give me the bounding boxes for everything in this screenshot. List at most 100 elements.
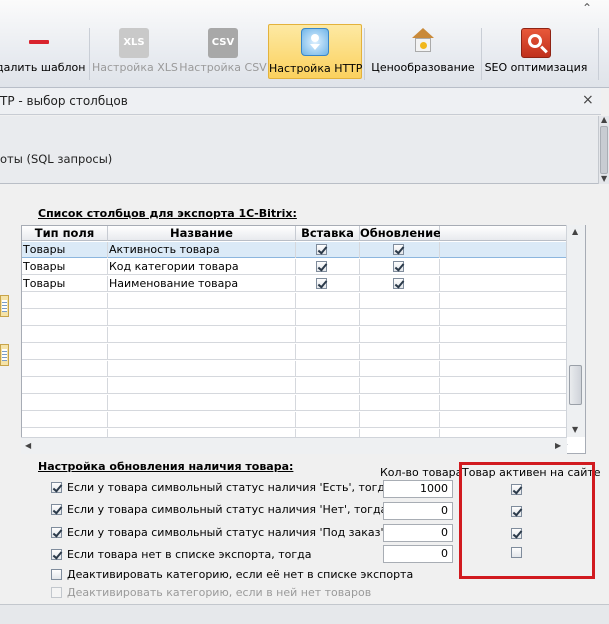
empty-cell [296,361,360,377]
scroll-left-icon[interactable]: ◀ [25,441,31,450]
scroll-down-icon[interactable]: ▼ [572,425,578,434]
sql-queries-tab[interactable]: оты (SQL запросы) [0,152,112,166]
scroll-down-icon[interactable]: ▼ [601,174,607,183]
cell-update [360,242,440,258]
qty-input-preorder[interactable]: 0 [383,524,453,542]
empty-cell [360,310,440,326]
qty-input-yes[interactable]: 1000 [383,480,453,498]
cell-type: Товары [22,276,108,292]
qty-input-no[interactable]: 0 [383,502,453,520]
empty-cell [108,344,296,360]
scroll-right-icon[interactable]: ▶ [555,441,561,450]
empty-table-row [22,310,568,326]
column-header-type[interactable]: Тип поля [22,226,108,241]
chevron-up-icon[interactable]: ⌃ [582,1,592,15]
deactivate-empty-category-checkbox [51,587,62,598]
cell-insert [296,276,360,292]
qty-input-not-in-export[interactable]: 0 [383,545,453,563]
empty-cell [108,327,296,343]
http-settings-button[interactable]: Настройка HTTP [268,24,362,79]
empty-cell [360,395,440,411]
cell-update [360,276,440,292]
panel-scrollbar[interactable]: ▲ ▼ [598,115,609,184]
scroll-thumb[interactable] [569,365,582,405]
seo-search-icon [521,28,551,58]
update-checkbox[interactable] [393,278,404,289]
empty-cell [108,361,296,377]
empty-cell [108,412,296,428]
empty-table-row [22,378,568,394]
columns-section-title: Список столбцов для экспорта 1С-Bitrix: [38,207,297,220]
empty-table-row [22,293,568,309]
highlight-frame [459,462,595,579]
insert-checkbox[interactable] [316,261,327,272]
empty-cell [296,310,360,326]
not-in-export-checkbox[interactable] [51,549,62,560]
empty-cell [108,378,296,394]
empty-cell [296,412,360,428]
empty-cell [108,310,296,326]
insert-checkbox[interactable] [316,278,327,289]
pricing-button[interactable]: Ценообразование [366,27,480,79]
empty-cell [108,293,296,309]
column-header-name[interactable]: Название [108,226,296,241]
csv-settings-button[interactable]: CSV Настройка CSV [178,27,268,79]
cell-insert [296,242,360,258]
empty-cell [22,378,108,394]
status-bar [0,604,609,624]
empty-cell [360,344,440,360]
empty-cell [22,293,108,309]
empty-table-row [22,361,568,377]
cell-name: Наименование товара [108,276,296,292]
panel-title: TP - выбор столбцов [0,94,128,108]
empty-cell [360,378,440,394]
status-yes-checkbox[interactable] [51,482,62,493]
minus-icon [29,40,49,44]
status-preorder-checkbox[interactable] [51,527,62,538]
empty-cell [22,327,108,343]
csv-icon: CSV [208,28,238,58]
empty-cell [22,361,108,377]
table-icon[interactable] [0,344,9,366]
empty-cell [22,395,108,411]
empty-cell [296,378,360,394]
empty-cell [22,344,108,360]
empty-cell [360,327,440,343]
columns-grid: Тип поля Название Вставка Обновление Тов… [21,225,586,454]
xls-icon: XLS [119,28,149,58]
column-header-insert[interactable]: Вставка [296,226,360,241]
empty-cell [360,293,440,309]
delete-template-button[interactable]: далить шаблон [0,27,85,79]
empty-cell [360,412,440,428]
insert-checkbox[interactable] [316,244,327,255]
empty-table-row [22,327,568,343]
house-price-icon [411,28,435,54]
empty-table-row [22,344,568,360]
cell-type: Товары [22,242,108,258]
table-row[interactable]: Товары Активность товара [22,242,568,258]
column-header-update[interactable]: Обновление [360,226,441,241]
ribbon-toolbar: далить шаблон XLS Настройка XLS CSV Наст… [0,0,609,88]
scroll-up-icon[interactable]: ▲ [572,227,578,236]
grid-horizontal-scrollbar[interactable]: ◀ ▶ [21,437,567,454]
xls-settings-button[interactable]: XLS Настройка XLS [92,27,178,79]
status-no-checkbox[interactable] [51,504,62,515]
cell-type: Товары [22,259,108,275]
update-checkbox[interactable] [393,261,404,272]
empty-cell [296,293,360,309]
cell-name: Активность товара [108,242,296,258]
table-icon[interactable] [0,295,9,317]
cell-name: Код категории товара [108,259,296,275]
grid-vertical-scrollbar[interactable]: ▲ ▼ [566,225,585,437]
table-row[interactable]: Товары Код категории товара [22,259,568,275]
http-download-icon [301,28,329,56]
table-row[interactable]: Товары Наименование товара [22,276,568,292]
deactivate-missing-category-checkbox[interactable] [51,569,62,580]
close-icon[interactable]: × [582,92,594,108]
scroll-up-icon[interactable]: ▲ [601,115,607,124]
seo-optimization-button[interactable]: SEO оптимизация [483,27,589,79]
update-checkbox[interactable] [393,244,404,255]
column-header-filler [440,226,568,241]
options-panel [0,116,598,184]
availability-section-title: Настройка обновления наличия товара: [38,460,294,473]
